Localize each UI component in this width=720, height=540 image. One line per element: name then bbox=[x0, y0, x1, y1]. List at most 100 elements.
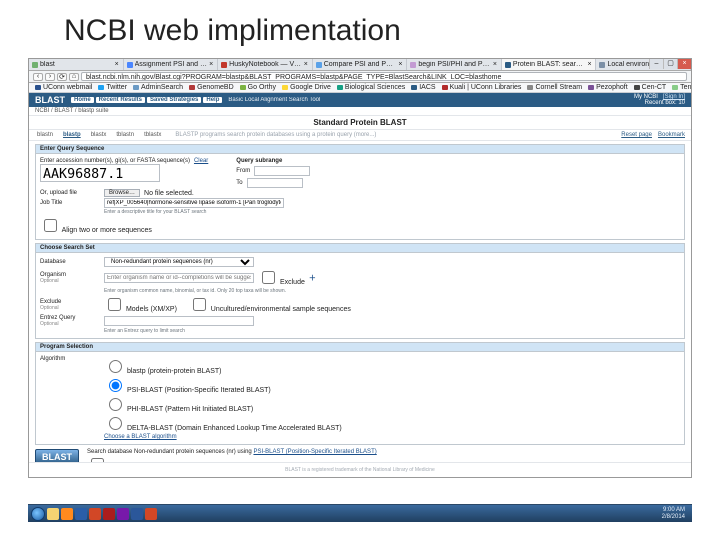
window-maximize[interactable]: ▢ bbox=[663, 59, 677, 69]
browser-tab[interactable]: Compare PSI and PHI BLAST t…× bbox=[313, 59, 408, 70]
bookmark-item[interactable]: Kuali | UConn Libraries bbox=[442, 85, 522, 90]
ncbi-nav-item[interactable]: Help bbox=[203, 97, 222, 103]
choose-algorithm-link[interactable]: Choose a BLAST algorithm bbox=[104, 434, 177, 440]
start-button[interactable] bbox=[31, 507, 45, 521]
query-sequence-textarea[interactable]: AAK96887.1 bbox=[40, 164, 160, 182]
organism-input[interactable] bbox=[104, 273, 254, 283]
url-bar[interactable]: blast.ncbi.nlm.nih.gov/Blast.cgi?PROGRAM… bbox=[81, 72, 687, 81]
tab-close-icon[interactable]: × bbox=[304, 61, 309, 68]
exclude-uncultured-checkbox[interactable]: Uncultured/environmental sample sequence… bbox=[189, 295, 351, 314]
program-tab-tblastx[interactable]: tblastx bbox=[142, 132, 163, 138]
entrez-input[interactable] bbox=[104, 316, 254, 326]
favicon-icon bbox=[599, 62, 605, 68]
ncbi-nav-strip: HomeRecent ResultsSaved StrategiesHelp bbox=[71, 97, 222, 103]
ncbi-nav-item[interactable]: Recent Results bbox=[96, 97, 145, 103]
window-close[interactable]: × bbox=[677, 59, 691, 69]
taskbar-app-mendeley[interactable] bbox=[103, 508, 115, 520]
tab-close-icon[interactable]: × bbox=[209, 61, 214, 68]
organism-exclude-checkbox[interactable]: Exclude bbox=[258, 268, 305, 287]
program-tab-blastn[interactable]: blastn bbox=[35, 132, 55, 138]
window-minimize[interactable]: – bbox=[649, 59, 663, 69]
subrange-title: Query subrange bbox=[236, 158, 310, 164]
taskbar-app-outlook[interactable] bbox=[75, 508, 87, 520]
subrange-from-label: From bbox=[236, 168, 250, 174]
tab-label: Protein BLAST: search protein databa… bbox=[513, 61, 586, 68]
program-tab-blastx[interactable]: blastx bbox=[89, 132, 109, 138]
bookmark-item[interactable]: UConn webmail bbox=[35, 85, 92, 90]
account-area: My NCBI [Sign In] Recent box: 10 bbox=[634, 94, 685, 106]
bookmark-item[interactable]: Twitter bbox=[98, 85, 127, 90]
browser-tab-strip: blast×Assignment PSI and PHI…×HuskyNoteb… bbox=[29, 59, 691, 71]
tab-label: HuskyNotebook — View topic: bisca… bbox=[229, 61, 302, 68]
jobtitle-subnote: Enter a descriptive title for your BLAST… bbox=[104, 209, 206, 215]
taskbar-app-firefox[interactable] bbox=[61, 508, 73, 520]
bookmark-item[interactable]: Google Drive bbox=[282, 85, 331, 90]
browser-tab[interactable]: HuskyNotebook — View topic: bisca…× bbox=[218, 59, 313, 70]
slide-title: NCBI web implimentation bbox=[0, 0, 720, 58]
algorithm-option-phi[interactable]: PHI-BLAST (Pattern Hit Initiated BLAST) bbox=[104, 395, 342, 413]
bookmark-item[interactable]: Cornell Stream bbox=[527, 85, 582, 90]
bookmark-bar: UConn webmail Twitter AdminSearch GenomeBD G… bbox=[29, 83, 691, 93]
panel-title-searchset: Choose Search Set bbox=[35, 243, 685, 252]
nav-back[interactable]: ‹ bbox=[33, 73, 43, 81]
algorithm-option-delta[interactable]: DELTA-BLAST (Domain Enhanced Lookup Time… bbox=[104, 414, 342, 432]
favicon-icon bbox=[98, 85, 104, 90]
panel-searchset: Database Non-redundant protein sequences… bbox=[35, 252, 685, 339]
browser-tab[interactable]: blast× bbox=[29, 59, 124, 70]
jobtitle-input[interactable] bbox=[104, 198, 284, 208]
bookmark-item[interactable]: Go Orthy bbox=[240, 85, 276, 90]
organism-label: OrganismOptional bbox=[40, 272, 100, 284]
ncbi-footer: BLAST is a registered trademark of the N… bbox=[29, 462, 691, 477]
bookmark-item[interactable]: IACS bbox=[411, 85, 435, 90]
upload-browse-button[interactable]: Browse… bbox=[104, 189, 140, 197]
algorithm-option-psi[interactable]: PSI-BLAST (Position-Specific Iterated BL… bbox=[104, 376, 342, 394]
breadcrumb: NCBI / BLAST / blastp suite bbox=[29, 107, 691, 116]
blast-program-tabs: blastnblastpblastxtblastntblastx BLASTP … bbox=[29, 130, 691, 141]
taskbar-app-powerpoint[interactable] bbox=[89, 508, 101, 520]
bookmark-item[interactable]: AdminSearch bbox=[133, 85, 183, 90]
browser-tab[interactable]: Protein BLAST: search protein databa…× bbox=[502, 59, 597, 70]
bookmark-link[interactable]: Bookmark bbox=[658, 132, 685, 138]
subrange-from-input[interactable] bbox=[254, 166, 310, 176]
browser-tab[interactable]: begin PSI/PHI and PSI-BLAST scann…× bbox=[407, 59, 502, 70]
program-tab-tblastn[interactable]: tblastn bbox=[114, 132, 136, 138]
align-two-checkbox[interactable]: Align two or more sequences bbox=[40, 216, 152, 235]
panel-program: Algorithm blastp (protein-protein BLAST)… bbox=[35, 351, 685, 445]
taskbar-app-word[interactable] bbox=[131, 508, 143, 520]
subrange-to-input[interactable] bbox=[247, 178, 303, 188]
tab-close-icon[interactable]: × bbox=[587, 61, 592, 68]
blast-desc-link[interactable]: PSI-BLAST (Position-Specific Iterated BL… bbox=[253, 449, 376, 455]
exclude-models-checkbox[interactable]: Models (XM/XP) bbox=[104, 295, 177, 314]
taskbar-clock[interactable]: 9:00 AM2/8/2014 bbox=[658, 507, 689, 521]
taskbar-app-explorer[interactable] bbox=[47, 508, 59, 520]
database-select[interactable]: Non-redundant protein sequences (nr) bbox=[104, 257, 254, 267]
algorithm-option-blastp[interactable]: blastp (protein-protein BLAST) bbox=[104, 357, 342, 375]
add-organism-icon[interactable]: ＋ bbox=[309, 273, 316, 283]
ncbi-blast-logo[interactable]: BLAST bbox=[35, 95, 65, 105]
ncbi-nav-item[interactable]: Home bbox=[71, 97, 94, 103]
reset-page-link[interactable]: Reset page bbox=[621, 132, 652, 138]
browser-tab[interactable]: Assignment PSI and PHI…× bbox=[124, 59, 219, 70]
bookmark-item[interactable]: GenomeBD bbox=[189, 85, 234, 90]
nav-home[interactable]: ⌂ bbox=[69, 73, 79, 81]
organism-note: Enter organism common name, binomial, or… bbox=[104, 288, 286, 294]
tab-close-icon[interactable]: × bbox=[493, 61, 498, 68]
bookmark-item[interactable]: Pezophoft bbox=[588, 85, 628, 90]
tab-close-icon[interactable]: × bbox=[115, 61, 120, 68]
taskbar-app-powerpoint2[interactable] bbox=[145, 508, 157, 520]
tab-close-icon[interactable]: × bbox=[398, 61, 403, 68]
favicon-icon bbox=[133, 85, 139, 90]
nav-reload[interactable]: ⟳ bbox=[57, 73, 67, 81]
clear-link[interactable]: Clear bbox=[194, 158, 208, 164]
ncbi-nav-item[interactable]: Saved Strategies bbox=[147, 97, 201, 103]
bookmark-item[interactable]: Biological Sciences bbox=[337, 85, 405, 90]
account-footnote: Recent box: 10 bbox=[645, 100, 685, 106]
nav-forward[interactable]: › bbox=[45, 73, 55, 81]
exclude-label: ExcludeOptional bbox=[40, 299, 100, 311]
upload-label: Or, upload file bbox=[40, 190, 100, 196]
taskbar-app-onenote[interactable] bbox=[117, 508, 129, 520]
bookmark-item[interactable]: Cen-CT bbox=[634, 85, 667, 90]
blast-submit-button[interactable]: BLAST bbox=[35, 449, 79, 462]
bookmark-item[interactable]: Tentome bbox=[672, 85, 691, 90]
program-tab-blastp[interactable]: blastp bbox=[61, 132, 83, 138]
